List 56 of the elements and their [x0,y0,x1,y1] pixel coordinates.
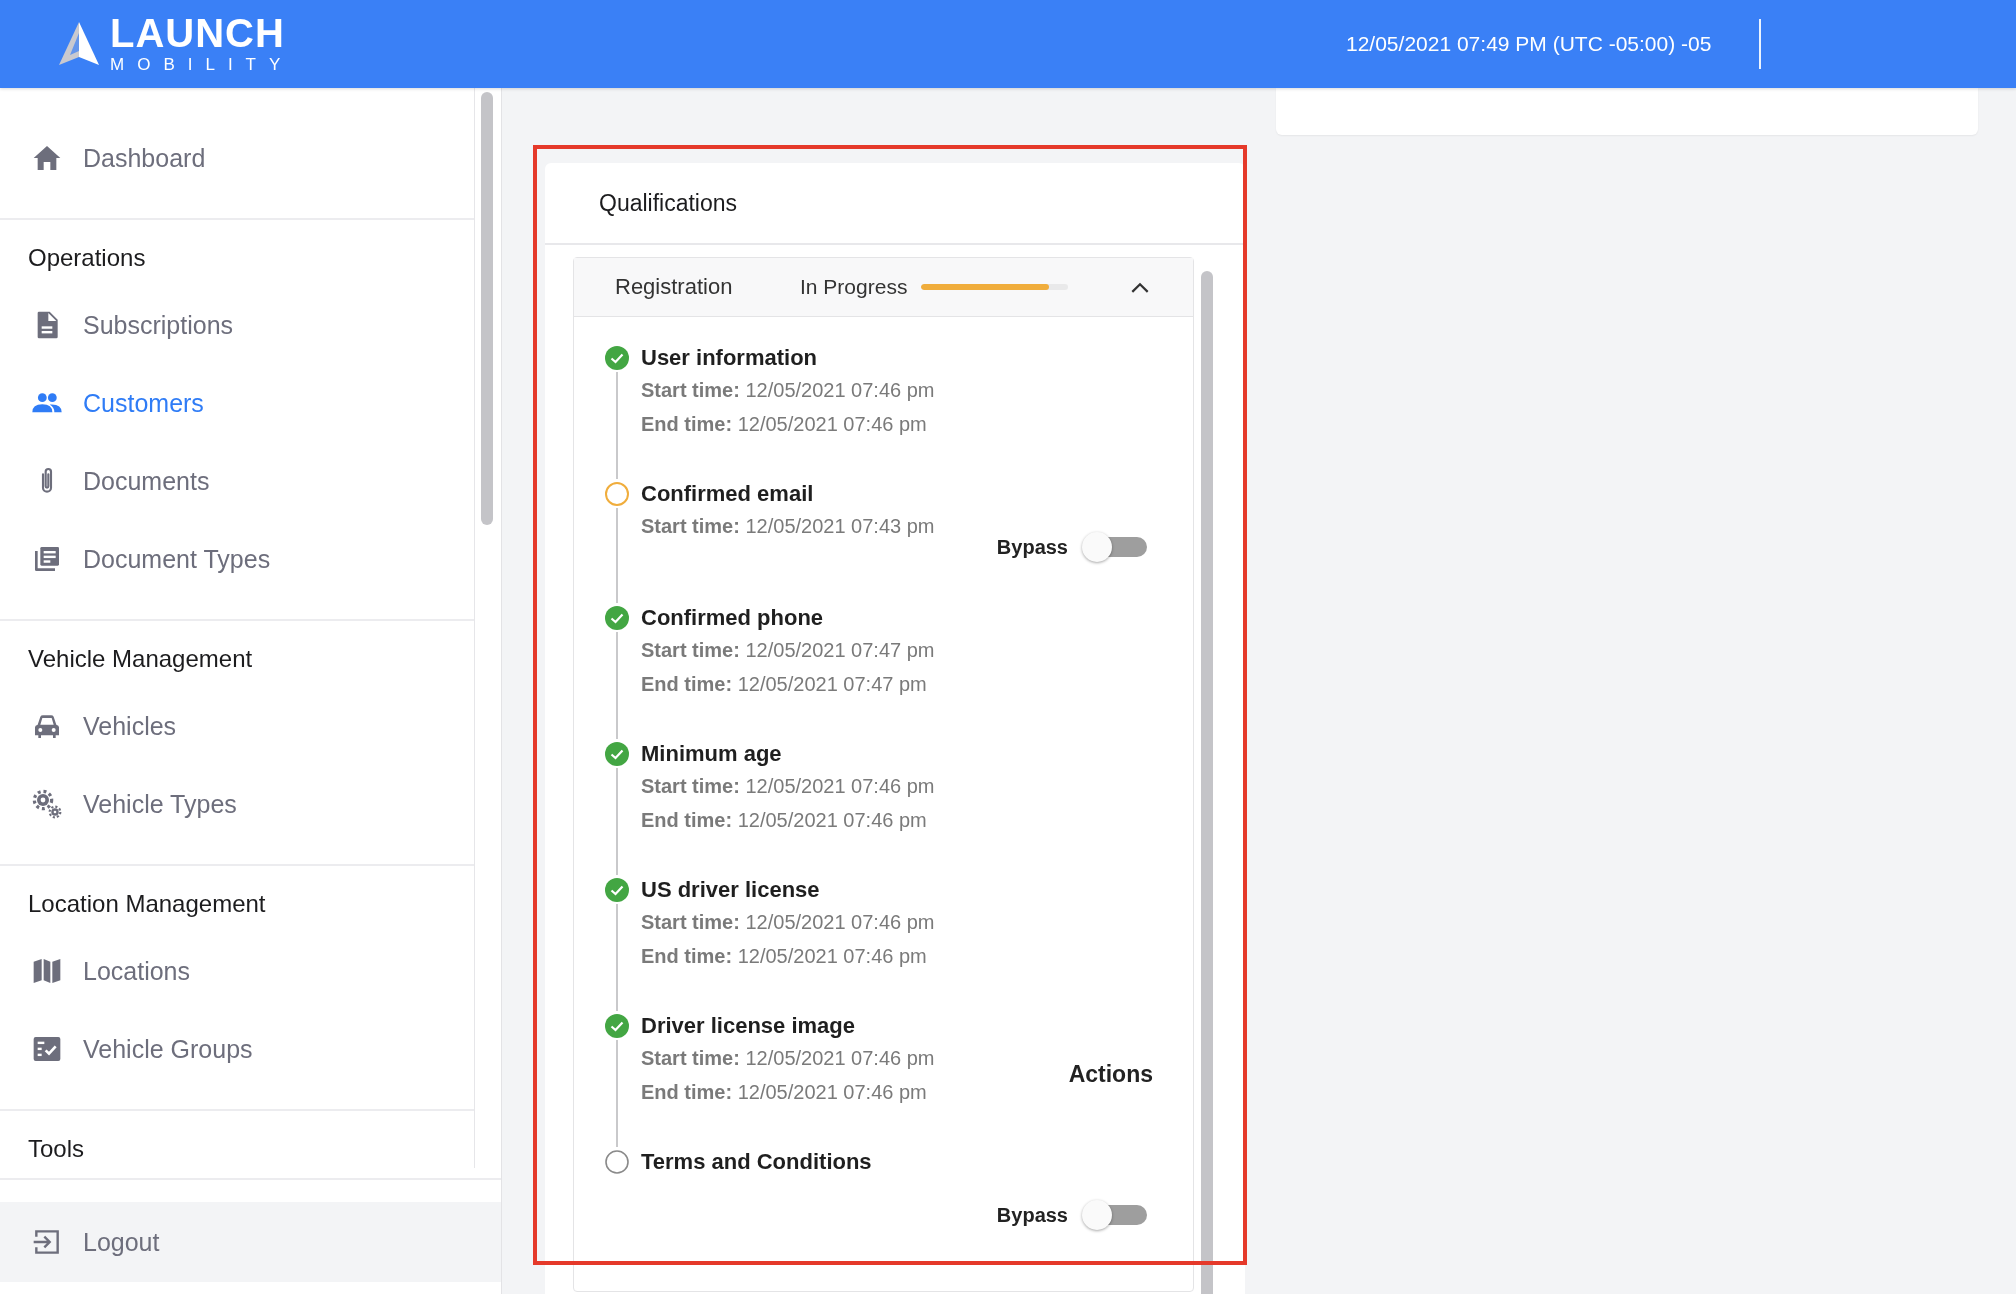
circle-icon [605,482,629,506]
step-time: End time: 12/05/2021 07:47 pm [641,672,928,697]
sidebar-item[interactable]: Dashboard [0,119,474,197]
step-time: End time: 12/05/2021 07:46 pm [641,1080,928,1105]
section-heading: Operations [27,243,147,273]
circle-icon [605,1150,629,1174]
step-time: End time: 12/05/2021 07:46 pm [641,944,928,969]
gears-icon [31,788,63,820]
sidebar-item[interactable]: Locations [0,932,474,1010]
step-time: End time: 12/05/2021 07:46 pm [641,412,928,437]
bypass-toggle[interactable] [1082,532,1147,562]
bypass-label: Bypass [996,535,1068,559]
logo-tagline: MOBILITY [110,55,294,75]
step-time: Start time: 12/05/2021 07:46 pm [641,1046,936,1071]
card-title: Qualifications [545,163,1245,245]
sidebar-item[interactable]: Subscriptions [0,286,474,364]
bypass-toggle[interactable] [1082,1200,1147,1230]
section-heading: Location Management [27,889,267,919]
bypass-label: Bypass [996,1203,1068,1227]
step-time: Start time: 12/05/2021 07:47 pm [641,638,936,663]
step-time: Start time: 12/05/2021 07:46 pm [641,378,936,403]
scrollbar[interactable] [481,92,493,525]
step-title: Terms and Conditions [641,1148,873,1176]
step-title: US driver license [641,876,821,904]
status-label: In Progress [800,275,908,299]
step-title: Confirmed phone [641,604,825,632]
step-time: End time: 12/05/2021 07:46 pm [641,808,928,833]
sidebar-item[interactable]: Documents [0,442,474,520]
chevron-up-icon [1131,281,1150,293]
step-title: Minimum age [641,740,783,768]
section-heading: Vehicle Management [27,644,254,674]
step-title: User information [641,344,819,372]
scrollbar[interactable] [1201,271,1213,1294]
step-time: Start time: 12/05/2021 07:46 pm [641,774,936,799]
step-title: Confirmed email [641,480,815,508]
check-circle-icon [605,1014,629,1038]
logout-link[interactable]: Logout [0,1202,501,1282]
sidebar-item[interactable]: Document Types [0,520,474,598]
date-time: 12/05/2021 07:49 PM (UTC -05:00) -05 [1346,32,1712,56]
rocket-logo-icon [56,21,102,67]
accordion-header[interactable]: Registration In Progress [574,258,1193,317]
check-circle-icon [605,606,629,630]
check-circle-icon [605,346,629,370]
section-heading: Tools [27,1134,86,1164]
sidebar-item[interactable]: Vehicles [0,687,474,765]
sidebar-item[interactable]: Vehicle Groups [0,1010,474,1088]
check-circle-icon [605,878,629,902]
group-name: Registration [615,274,734,300]
step-time: Start time: 12/05/2021 07:43 pm [641,514,936,539]
logo-name: LAUNCH [110,13,286,53]
sidebar-item[interactable]: Customers [0,364,474,442]
step-title: Driver license image [641,1012,856,1040]
sidebar-item[interactable]: Vehicle Types [0,765,474,843]
actions-label: Actions [1068,1061,1153,1088]
check-circle-icon [605,742,629,766]
step-time: Start time: 12/05/2021 07:46 pm [641,910,936,935]
